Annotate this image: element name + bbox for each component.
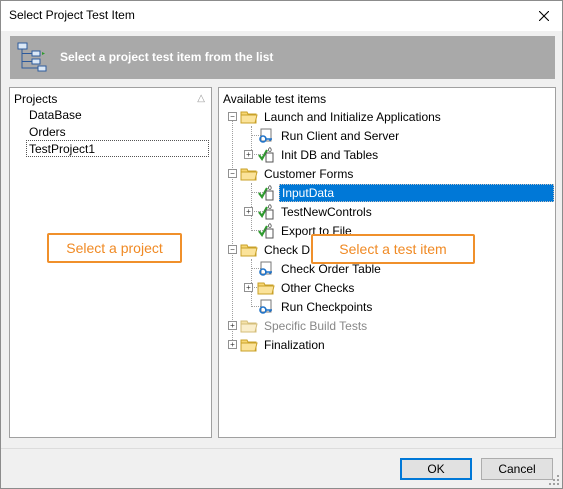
tree-item-folder[interactable]: Other Checks	[257, 278, 356, 297]
tree-item-keyword-test[interactable]: Run Checkpoints	[257, 297, 374, 316]
script-test-icon: 0	[258, 147, 274, 162]
collapse-toggle[interactable]: −	[228, 112, 237, 121]
ok-button[interactable]: OK	[400, 458, 472, 480]
test-items-header: Available test items	[223, 92, 327, 106]
svg-text:0: 0	[268, 147, 272, 154]
title-bar: Select Project Test Item	[1, 1, 562, 31]
tree-item-folder[interactable]: Customer Forms	[240, 164, 355, 183]
cancel-button[interactable]: Cancel	[481, 458, 553, 480]
projects-list[interactable]: Projects △ DataBase Orders TestProject1 …	[9, 87, 212, 438]
project-item-testproject1[interactable]: TestProject1	[26, 140, 209, 157]
svg-text:0: 0	[268, 185, 272, 192]
svg-text:0: 0	[268, 223, 272, 230]
script-test-icon: 0	[258, 185, 274, 200]
projects-header: Projects	[14, 92, 58, 106]
tree-item-keyword-test[interactable]: Run Client and Server	[257, 126, 401, 145]
folder-icon	[240, 320, 258, 332]
folder-icon	[240, 244, 258, 256]
close-icon	[539, 11, 549, 21]
expand-toggle[interactable]: +	[228, 340, 237, 349]
test-items-tree[interactable]: Available test items − Launch and Initia…	[218, 87, 556, 438]
tree-item-script-test[interactable]: 0 TestNewControls	[257, 202, 374, 221]
collapse-toggle[interactable]: −	[228, 245, 237, 254]
tree-item-script-test[interactable]: 0 Init DB and Tables	[257, 145, 380, 164]
keyword-test-icon	[259, 299, 272, 314]
expand-toggle[interactable]: +	[244, 207, 253, 216]
project-item-database[interactable]: DataBase	[27, 107, 84, 124]
footer-divider	[1, 448, 562, 449]
script-test-icon: 0	[258, 223, 274, 238]
dialog-window: Select Project Test Item Select a projec…	[0, 0, 563, 489]
project-item-orders[interactable]: Orders	[27, 124, 68, 141]
close-button[interactable]	[526, 1, 562, 31]
expand-toggle[interactable]: +	[244, 283, 253, 292]
svg-text:0: 0	[268, 204, 272, 211]
tree-item-folder-disabled[interactable]: Specific Build Tests	[240, 316, 369, 335]
keyword-test-icon	[259, 128, 272, 143]
collapse-toggle[interactable]: −	[228, 169, 237, 178]
folder-icon	[240, 339, 258, 351]
resize-grip-icon[interactable]	[549, 475, 559, 485]
callout-select-test-item: Select a test item	[311, 234, 475, 264]
sort-arrow-icon[interactable]: △	[197, 93, 205, 104]
test-tree-icon	[17, 42, 47, 72]
folder-icon	[240, 111, 258, 123]
window-title: Select Project Test Item	[9, 8, 135, 22]
keyword-test-icon	[259, 261, 272, 276]
folder-icon	[257, 282, 275, 294]
tree-item-script-test-selected[interactable]: 0 InputData	[257, 183, 554, 202]
tree-item-folder[interactable]: Finalization	[240, 335, 327, 354]
expand-toggle[interactable]: +	[244, 150, 253, 159]
callout-select-project: Select a project	[47, 233, 182, 263]
banner-title: Select a project test item from the list	[60, 50, 274, 64]
expand-toggle[interactable]: +	[228, 321, 237, 330]
header-banner: Select a project test item from the list	[10, 36, 555, 79]
script-test-icon: 0	[258, 204, 274, 219]
tree-item-folder[interactable]: Launch and Initialize Applications	[240, 107, 443, 126]
folder-icon	[240, 168, 258, 180]
